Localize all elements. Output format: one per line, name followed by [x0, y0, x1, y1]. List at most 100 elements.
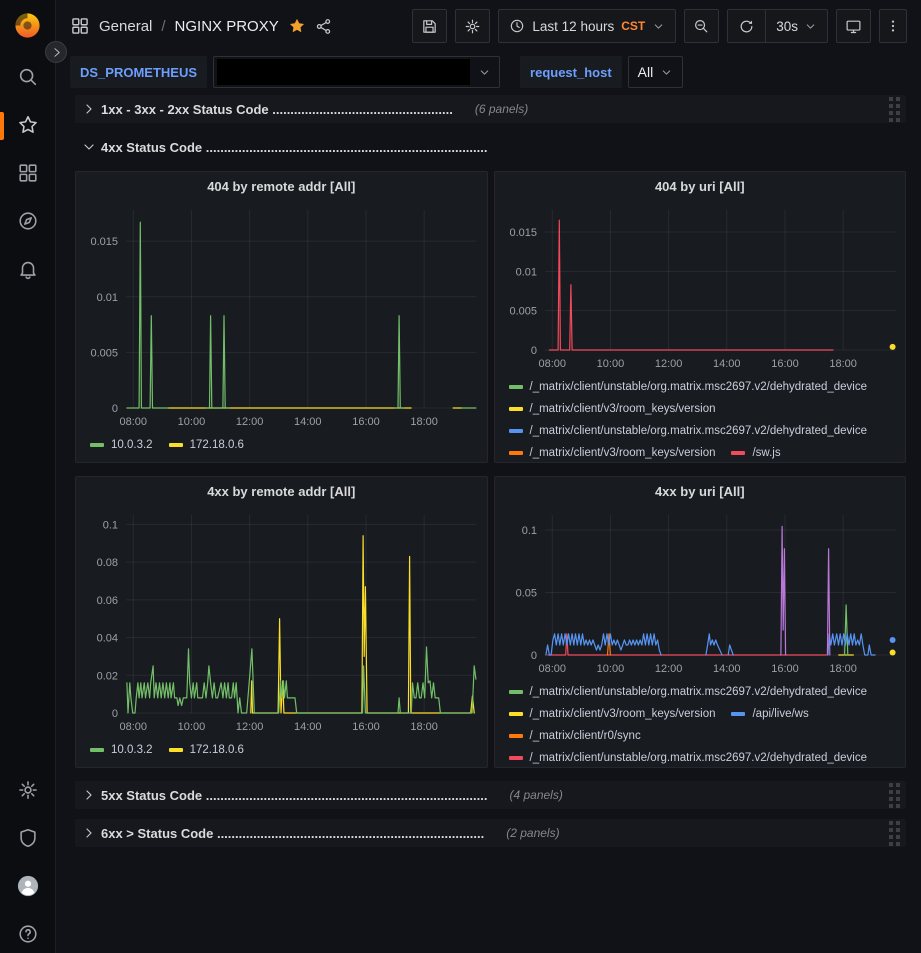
- dashboard-settings-button[interactable]: [455, 9, 490, 43]
- chart-canvas[interactable]: 00.050.108:0010:0012:0014:0016:0018:00: [495, 505, 906, 677]
- panel-title[interactable]: 404 by remote addr [All]: [76, 172, 487, 200]
- variable-value-ds-prometheus[interactable]: [213, 56, 500, 88]
- sidebar-item-alerting[interactable]: [17, 258, 39, 280]
- sidebar-item-starred[interactable]: [17, 114, 39, 136]
- legend-swatch: [169, 443, 183, 447]
- svg-text:0.01: 0.01: [97, 292, 118, 304]
- chevron-down-icon: [804, 20, 817, 33]
- legend-item[interactable]: /sw.js: [731, 442, 780, 462]
- variable-value-request-host[interactable]: All: [628, 56, 684, 88]
- refresh-icon: [738, 18, 755, 35]
- gear-icon: [17, 779, 39, 801]
- help-icon: [17, 923, 39, 945]
- breadcrumb-folder[interactable]: General: [99, 18, 152, 35]
- share-icon[interactable]: [315, 18, 332, 35]
- svg-text:14:00: 14:00: [294, 721, 322, 733]
- svg-text:14:00: 14:00: [713, 358, 741, 370]
- row-drag-handle[interactable]: [889, 821, 900, 846]
- legend-item[interactable]: /_matrix/client/r0/sync: [509, 725, 641, 747]
- sidebar-item-explore[interactable]: [17, 210, 39, 232]
- legend-item[interactable]: /_matrix/client/unstable/org.matrix.msc2…: [509, 747, 868, 767]
- save-dashboard-button[interactable]: [412, 9, 447, 43]
- chart-canvas[interactable]: 00.0050.010.01508:0010:0012:0014:0016:00…: [495, 200, 906, 372]
- chart-canvas[interactable]: 00.020.040.060.080.108:0010:0012:0014:00…: [76, 505, 487, 735]
- refresh-button[interactable]: [728, 10, 765, 42]
- star-icon: [17, 114, 39, 136]
- legend-swatch: [509, 407, 523, 411]
- breadcrumb-separator: /: [161, 18, 165, 35]
- time-range-picker[interactable]: Last 12 hours CST: [498, 9, 676, 43]
- variable-label-ds-prometheus[interactable]: DS_PROMETHEUS: [70, 56, 207, 88]
- svg-text:0.04: 0.04: [97, 633, 118, 645]
- redacted-value: [217, 59, 470, 85]
- chart-canvas[interactable]: 00.0050.010.01508:0010:0012:0014:0016:00…: [76, 200, 487, 430]
- legend-item[interactable]: /_matrix/client/v3/room_keys/version: [509, 703, 716, 725]
- legend-label: /_matrix/client/v3/room_keys/version: [530, 708, 716, 720]
- sidebar-item-dashboards[interactable]: [17, 162, 39, 184]
- legend-item[interactable]: 10.0.3.2: [90, 434, 153, 456]
- bell-icon: [17, 258, 39, 280]
- sidebar-expand-button[interactable]: [45, 41, 67, 63]
- panel-title[interactable]: 4xx by remote addr [All]: [76, 477, 487, 505]
- svg-text:08:00: 08:00: [120, 416, 148, 428]
- chevron-down-icon: [660, 66, 673, 79]
- grafana-logo[interactable]: [13, 11, 42, 40]
- legend-label: /_matrix/client/unstable/org.matrix.msc2…: [530, 381, 868, 393]
- svg-text:16:00: 16:00: [771, 663, 799, 675]
- legend-item[interactable]: /_matrix/client/unstable/org.matrix.msc2…: [509, 376, 868, 398]
- legend-item[interactable]: /_matrix/client/v3/room_keys/version: [509, 398, 716, 420]
- save-icon: [421, 18, 438, 35]
- row-1xx-3xx-2xx[interactable]: 1xx - 3xx - 2xx Status Code ............…: [75, 95, 906, 123]
- legend-label: /_matrix/client/r0/sync: [530, 730, 641, 742]
- panel-404-by-uri: 404 by uri [All] 00.0050.010.01508:0010:…: [494, 171, 907, 463]
- time-range-label: Last 12 hours: [532, 19, 614, 34]
- sidebar-item-profile[interactable]: [17, 875, 39, 897]
- variable-label-request-host[interactable]: request_host: [520, 56, 622, 88]
- svg-text:0: 0: [530, 345, 536, 357]
- legend-item[interactable]: /_matrix/client/unstable/org.matrix.msc2…: [509, 681, 868, 703]
- panel-title[interactable]: 4xx by uri [All]: [495, 477, 906, 505]
- sidebar-item-search[interactable]: [17, 66, 39, 88]
- legend-item[interactable]: 172.18.0.6: [169, 434, 244, 456]
- sidebar-item-configuration[interactable]: [17, 779, 39, 801]
- row-6xx[interactable]: 6xx > Status Code ......................…: [75, 819, 906, 847]
- compass-icon: [17, 210, 39, 232]
- panel-4xx-by-remote-addr: 4xx by remote addr [All] 00.020.040.060.…: [75, 476, 488, 768]
- chart-legend: /_matrix/client/unstable/org.matrix.msc2…: [495, 372, 906, 462]
- shield-icon: [17, 827, 39, 849]
- svg-text:0.06: 0.06: [97, 595, 118, 607]
- legend-item[interactable]: /_matrix/client/unstable/org.matrix.msc2…: [509, 420, 868, 442]
- legend-item[interactable]: 172.18.0.6: [169, 739, 244, 761]
- sidebar: [0, 0, 56, 953]
- sidebar-item-server-admin[interactable]: [17, 827, 39, 849]
- legend-item[interactable]: /_matrix/client/v3/room_keys/version: [509, 442, 716, 462]
- chevron-down-icon: [652, 20, 665, 33]
- chart-legend: 10.0.3.2 172.18.0.6: [76, 430, 487, 462]
- svg-text:0.02: 0.02: [97, 670, 118, 682]
- row-drag-handle[interactable]: [889, 783, 900, 808]
- panel-title[interactable]: 404 by uri [All]: [495, 172, 906, 200]
- chevron-right-icon: [81, 825, 97, 841]
- legend-item[interactable]: 10.0.3.2: [90, 739, 153, 761]
- tv-mode-button[interactable]: [836, 9, 871, 43]
- refresh-interval-picker[interactable]: 30s: [766, 10, 827, 42]
- zoom-out-button[interactable]: [684, 9, 719, 43]
- svg-text:10:00: 10:00: [596, 358, 624, 370]
- row-4xx[interactable]: 4xx Status Code ........................…: [75, 133, 906, 161]
- legend-swatch: [731, 451, 745, 455]
- dashboards-grid-icon: [17, 162, 39, 184]
- legend-label: 172.18.0.6: [190, 744, 244, 756]
- legend-swatch: [90, 443, 104, 447]
- sidebar-item-help[interactable]: [17, 923, 39, 945]
- favorite-star-icon[interactable]: [288, 17, 306, 35]
- chevron-right-icon: [81, 101, 97, 117]
- search-icon: [17, 66, 39, 88]
- legend-item[interactable]: /api/live/ws: [731, 703, 808, 725]
- row-drag-handle[interactable]: [889, 97, 900, 122]
- svg-text:0: 0: [112, 403, 118, 415]
- row-title: 6xx > Status Code ......................…: [101, 826, 484, 841]
- svg-text:16:00: 16:00: [771, 358, 799, 370]
- more-options-button[interactable]: [879, 9, 907, 43]
- row-5xx[interactable]: 5xx Status Code ........................…: [75, 781, 906, 809]
- legend-label: 10.0.3.2: [111, 744, 153, 756]
